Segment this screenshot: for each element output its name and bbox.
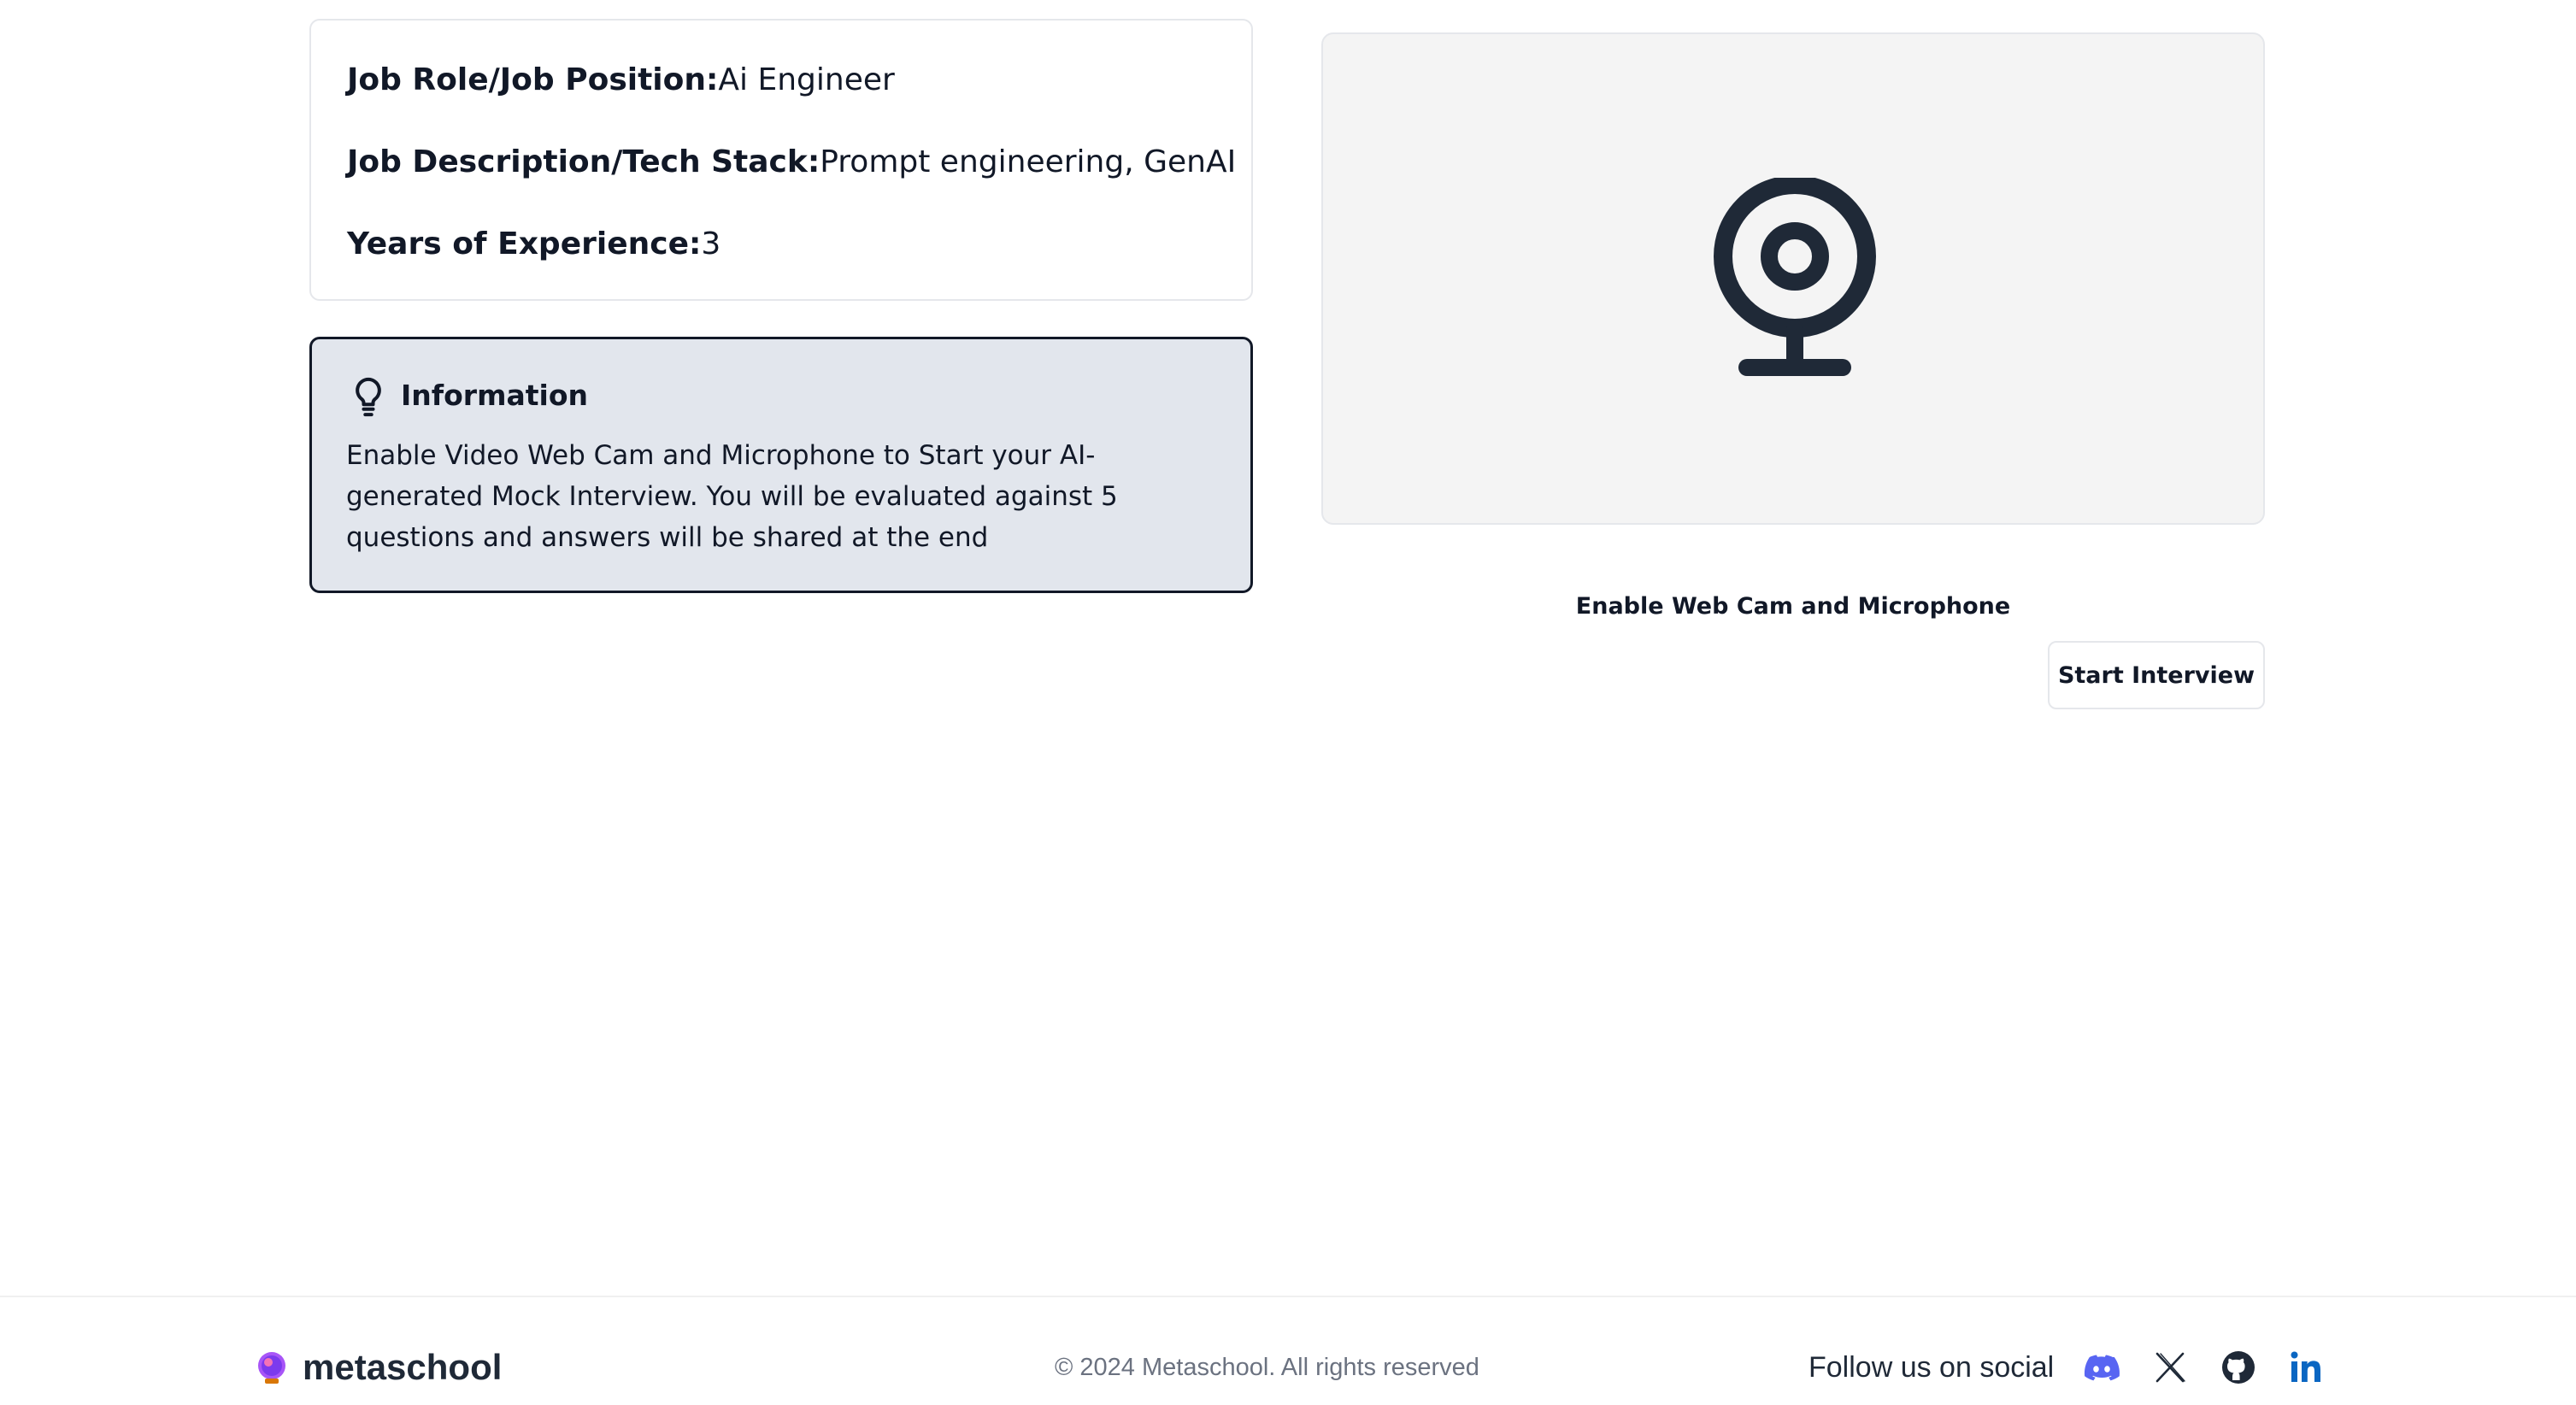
information-card: Information Enable Video Web Cam and Mic… (309, 337, 1253, 593)
discord-icon[interactable] (2083, 1349, 2120, 1386)
linkedin-icon[interactable] (2288, 1349, 2326, 1386)
years-experience-value: 3 (701, 226, 721, 262)
start-interview-button[interactable]: Start Interview (2048, 641, 2265, 709)
job-description-value: Prompt engineering, GenAI (820, 144, 1237, 179)
job-description-label: Job Description/Tech Stack: (347, 144, 820, 179)
information-title: Information (401, 379, 588, 412)
webcam-preview (1321, 32, 2265, 525)
github-icon[interactable] (2220, 1349, 2257, 1386)
job-role-label: Job Role/Job Position: (347, 62, 719, 97)
interview-setup-page: Job Role/Job Position:Ai Engineer Job De… (0, 0, 2576, 1405)
metaschool-logo-icon (255, 1350, 289, 1384)
x-icon[interactable] (2151, 1349, 2189, 1386)
copyright-text: © 2024 Metaschool. All rights reserved (1055, 1354, 1479, 1381)
brand[interactable]: metaschool (255, 1347, 502, 1388)
social-links: Follow us on social (1808, 1345, 2326, 1390)
job-role-value: Ai Engineer (718, 62, 895, 97)
social-label: Follow us on social (1808, 1350, 2055, 1384)
lightbulb-icon (350, 375, 387, 420)
enable-webcam-label[interactable]: Enable Web Cam and Microphone (1321, 590, 2265, 624)
job-role-row: Job Role/Job Position:Ai Engineer (347, 62, 895, 99)
job-details-card: Job Role/Job Position:Ai Engineer Job De… (309, 19, 1253, 301)
webcam-icon (1709, 175, 1880, 383)
years-experience-row: Years of Experience:3 (347, 226, 720, 263)
brand-name: metaschool (303, 1347, 503, 1387)
years-experience-label: Years of Experience: (347, 226, 702, 262)
footer: metaschool © 2024 Metaschool. All rights… (0, 1296, 2576, 1405)
information-text: Enable Video Web Cam and Microphone to S… (346, 440, 1118, 553)
job-description-row: Job Description/Tech Stack:Prompt engine… (347, 144, 1236, 181)
